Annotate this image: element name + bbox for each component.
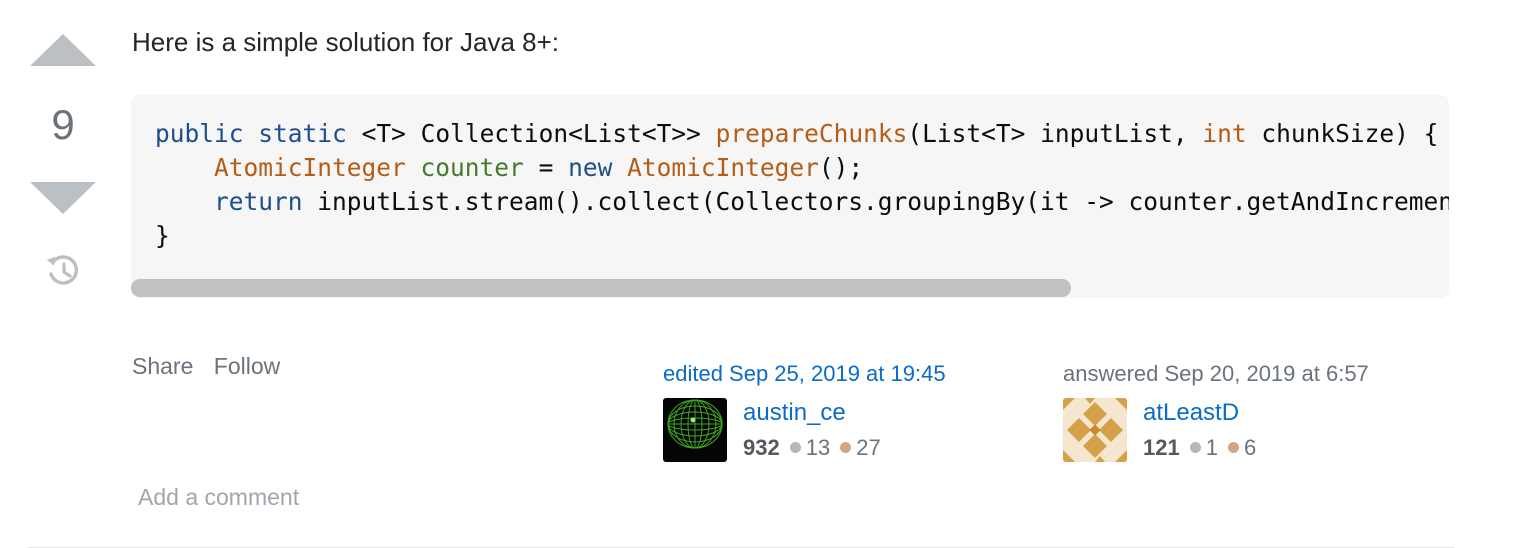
reputation-score: 932	[743, 435, 780, 460]
code-token: new	[568, 153, 613, 182]
code-token: <T> Collection<List<T>>	[361, 119, 716, 148]
answer-text: Here is a simple solution for Java 8+:	[132, 27, 560, 57]
edited-timestamp-link[interactable]: edited Sep 25, 2019 at 19:45	[663, 360, 1023, 388]
vote-up-icon[interactable]	[30, 34, 96, 66]
author-reputation: 121 1 6	[1143, 434, 1266, 462]
bronze-badge-count: 27	[856, 435, 881, 460]
code-line-2: AtomicInteger counter = new AtomicIntege…	[155, 153, 863, 182]
code-token: AtomicInteger	[214, 153, 406, 182]
code-token: return	[214, 187, 303, 216]
vote-count: 9	[51, 101, 75, 148]
author-user-card: atLeastD 121 1 6	[1063, 398, 1423, 462]
follow-link[interactable]: Follow	[214, 353, 280, 379]
bronze-badge: 27	[840, 435, 881, 460]
bronze-badge-icon	[1227, 442, 1239, 453]
code-token: }	[155, 221, 170, 250]
code-line-4: }	[155, 221, 170, 250]
editor-reputation: 932 13 27	[743, 434, 891, 462]
code-token: public	[155, 119, 244, 148]
avatar[interactable]	[1063, 398, 1127, 462]
post-menu: Share Follow	[132, 353, 294, 380]
vote-down-icon[interactable]	[30, 182, 96, 214]
code-horizontal-scrollbar[interactable]	[131, 279, 1071, 297]
code-token: =	[523, 153, 569, 182]
answered-signature: answered Sep 20, 2019 at 6:57 atLeastD 1…	[1063, 360, 1423, 462]
silver-badge-count: 13	[805, 435, 831, 460]
code-token: int	[1202, 119, 1247, 148]
code-token: chunkSize) {	[1246, 119, 1439, 148]
editor-username-link[interactable]: austin_ce	[743, 398, 846, 428]
code-token: AtomicInteger	[627, 153, 819, 182]
bronze-badge: 6	[1227, 435, 1257, 460]
code-token: ();	[818, 153, 864, 182]
code-content: public static <T> Collection<List<T>> pr…	[155, 117, 1449, 253]
answer-post: 9 Here is a simple solution for Java 8+:…	[0, 0, 1518, 548]
share-link[interactable]: Share	[132, 353, 193, 379]
author-username-link[interactable]: atLeastD	[1143, 398, 1239, 428]
edited-signature: edited Sep 25, 2019 at 19:45 austin_ce 9…	[663, 360, 1023, 462]
code-block: public static <T> Collection<List<T>> pr…	[131, 95, 1449, 298]
silver-badge-icon	[1189, 442, 1201, 453]
code-token: prepareChunks	[715, 119, 908, 148]
avatar[interactable]	[663, 398, 727, 462]
silver-badge-icon	[789, 442, 801, 453]
silver-badge: 13	[789, 435, 831, 460]
reputation-score: 121	[1143, 435, 1180, 460]
code-token: static	[258, 119, 347, 148]
code-token: inputList.stream().collect(Collectors.gr…	[317, 187, 1449, 216]
code-token: (List<T> inputList,	[907, 119, 1203, 148]
add-comment-link[interactable]: Add a comment	[138, 484, 299, 511]
code-line-3: return inputList.stream().collect(Collec…	[155, 187, 1449, 216]
code-token: counter	[420, 153, 524, 182]
editor-user-card: austin_ce 932 13 27	[663, 398, 1023, 462]
bronze-badge-count: 6	[1243, 435, 1257, 460]
answered-timestamp: answered Sep 20, 2019 at 6:57	[1063, 361, 1369, 386]
bronze-badge-icon	[840, 442, 852, 453]
silver-badge-count: 1	[1205, 435, 1218, 460]
code-line-1: public static <T> Collection<List<T>> pr…	[155, 119, 1438, 148]
silver-badge: 1	[1189, 435, 1218, 460]
history-icon[interactable]	[44, 252, 82, 290]
